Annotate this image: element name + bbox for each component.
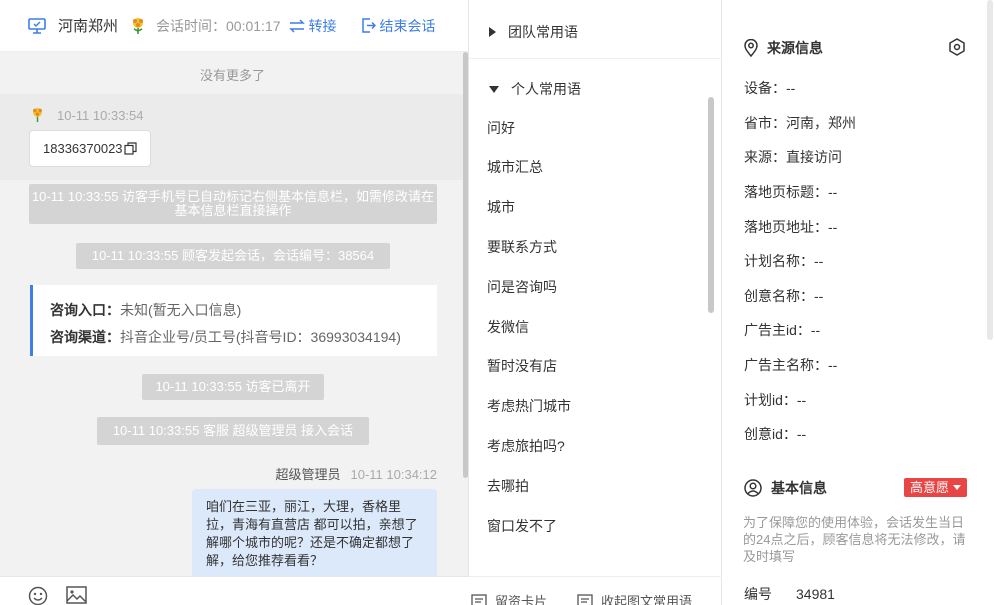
divider	[469, 58, 722, 59]
settings-icon[interactable]	[948, 38, 966, 59]
source-field: 设备：--	[744, 80, 796, 96]
source-info-title: 来源信息	[744, 38, 823, 58]
consult-channel-row: 咨询渠道：抖音企业号/员工号(抖音号ID：36993034194)	[50, 324, 437, 351]
agent-message-bubble: 咱们在三亚，丽江，大理，香格里拉，青海有直营店 都可以拍，亲想了解哪个城市的呢？…	[192, 489, 437, 576]
collapse-graphic-phrases-label: 收起图文常用语	[601, 594, 693, 605]
monitor-icon	[28, 17, 46, 34]
agent-name: 超级管理员	[275, 467, 341, 482]
visitor-phone-bubble[interactable]: 18336370023	[29, 130, 151, 167]
lead-card-label: 留资卡片	[495, 594, 548, 605]
consult-info-card: 咨询入口：未知(暂无入口信息) 咨询渠道：抖音企业号/员工号(抖音号ID：369…	[30, 285, 437, 356]
quick-phrases-panel: 团队常用语 个人常用语 问好 城市汇总 城市 要联系方式 问是咨询吗 发微信 暂…	[469, 0, 722, 605]
phrase-item[interactable]: 考虑旅拍吗?	[487, 436, 565, 456]
phrase-item[interactable]: 问是咨询吗	[487, 277, 557, 297]
session-time-label: 会话时间：	[156, 17, 227, 34]
phrase-item[interactable]: 要联系方式	[487, 237, 557, 257]
exit-icon	[361, 18, 376, 33]
transfer-icon	[288, 18, 305, 33]
phrases-footer: 留资卡片 收起图文常用语	[469, 576, 722, 605]
emoji-icon[interactable]	[28, 586, 48, 605]
source-field: 广告主id：--	[744, 322, 821, 338]
document-icon	[577, 593, 593, 605]
chat-scrollbar[interactable]	[463, 52, 468, 478]
personal-phrases-label: 个人常用语	[511, 81, 581, 97]
image-icon[interactable]	[66, 586, 87, 605]
team-phrases-label: 团队常用语	[508, 24, 578, 40]
customer-id-row: 编号 34981	[744, 584, 835, 604]
visitor-phone: 18336370023	[43, 141, 123, 156]
consult-entry-label: 咨询入口：	[50, 302, 120, 318]
edit-deadline-note: 为了保障您的使用体验，会话发生当日的24点之后，顾客信息将无法修改，请及时填写	[743, 515, 966, 564]
basic-info-label: 基本信息	[771, 480, 827, 496]
system-message: 10-11 10:33:55 客服 超级管理员 接入会话	[97, 417, 369, 445]
consult-channel-label: 咨询渠道：	[50, 329, 120, 345]
phrase-item[interactable]: 发微信	[487, 317, 529, 337]
card-icon	[471, 593, 487, 605]
chat-toolbar	[0, 576, 469, 605]
system-message: 10-11 10:33:55 访客手机号已自动标记右侧基本信息栏，如需修改请在基…	[29, 184, 437, 224]
consult-entry-row: 咨询入口：未知(暂无入口信息)	[50, 297, 437, 324]
team-phrases-group[interactable]: 团队常用语	[489, 22, 578, 42]
location-pin-icon	[744, 39, 758, 57]
user-circle-icon	[744, 479, 762, 497]
intent-level-value: 高意愿	[910, 480, 950, 495]
source-field: 创意名称：--	[744, 288, 824, 304]
phrase-item[interactable]: 去哪拍	[487, 476, 529, 496]
phrase-item[interactable]: 考虑热门城市	[487, 396, 571, 416]
visitor-info-panel: 来源信息 设备：-- 省市：河南，郑州 来源：直接访问 落地页标题：-- 落地页…	[722, 0, 994, 605]
agent-message-meta: 超级管理员 10-11 10:34:12	[275, 464, 437, 483]
source-field: 来源：直接访问	[744, 149, 842, 165]
visitor-message-time: 10-11 10:33:54	[57, 107, 144, 123]
collapse-graphic-phrases-button[interactable]: 收起图文常用语	[577, 591, 692, 605]
lead-card-button[interactable]: 留资卡片	[471, 591, 547, 605]
source-field: 省市：河南，郑州	[744, 115, 856, 131]
phrases-scrollbar[interactable]	[708, 97, 714, 313]
info-scrollbar[interactable]	[987, 0, 993, 340]
personal-phrases-group[interactable]: 个人常用语	[489, 79, 581, 99]
source-field: 落地页标题：--	[744, 184, 838, 200]
source-field: 创意id：--	[744, 426, 807, 442]
end-session-label: 结束会话	[379, 17, 436, 34]
flower-icon	[130, 17, 146, 35]
source-field: 落地页地址：--	[744, 219, 838, 235]
transfer-button[interactable]: 转接	[288, 16, 337, 36]
no-more-label: 没有更多了	[199, 68, 265, 83]
chat-messages[interactable]: 没有更多了 10-11 10:33:54 18336370023 10-11 1…	[0, 52, 469, 576]
visitor-location: 河南郑州	[58, 18, 119, 35]
source-field: 计划id：--	[744, 392, 807, 408]
chat-panel: 河南郑州 会话时间： 00:01:17 转接 结束会话 没有更多了 10-11 …	[0, 0, 469, 605]
system-message: 10-11 10:33:55 顾客发起会话，会话编号：38564	[76, 243, 390, 269]
chat-header: 河南郑州 会话时间： 00:01:17 转接 结束会话	[0, 0, 468, 52]
customer-id-value: 34981	[796, 586, 835, 602]
source-field: 计划名称：--	[744, 253, 824, 269]
phrase-item[interactable]: 暂时没有店	[487, 356, 557, 376]
source-info-label: 来源信息	[767, 40, 823, 56]
phrase-item[interactable]: 城市	[487, 197, 515, 217]
caret-down-icon	[489, 85, 499, 93]
customer-id-label: 编号	[744, 586, 772, 602]
transfer-label: 转接	[308, 17, 337, 34]
basic-info-title: 基本信息	[744, 478, 827, 498]
caret-down-icon	[953, 485, 962, 490]
intent-level-dropdown[interactable]: 高意愿	[904, 478, 968, 497]
flower-icon	[33, 107, 42, 123]
phrase-item[interactable]: 城市汇总	[487, 157, 543, 177]
session-time: 00:01:17	[226, 17, 281, 34]
consult-entry-value: 未知(暂无入口信息)	[120, 302, 242, 318]
end-session-button[interactable]: 结束会话	[361, 16, 436, 36]
copy-icon[interactable]	[123, 142, 137, 155]
agent-message-time: 10-11 10:34:12	[350, 467, 438, 482]
phrase-item[interactable]: 窗口发不了	[487, 516, 557, 536]
caret-right-icon	[489, 27, 496, 37]
visitor-message-meta: 10-11 10:33:54	[30, 107, 144, 123]
phrase-item[interactable]: 问好	[487, 118, 515, 138]
consult-channel-value: 抖音企业号/员工号(抖音号ID：36993034194)	[120, 329, 401, 345]
system-message: 10-11 10:33:55 访客已离开	[142, 374, 324, 400]
source-field: 广告主名称：--	[744, 357, 838, 373]
